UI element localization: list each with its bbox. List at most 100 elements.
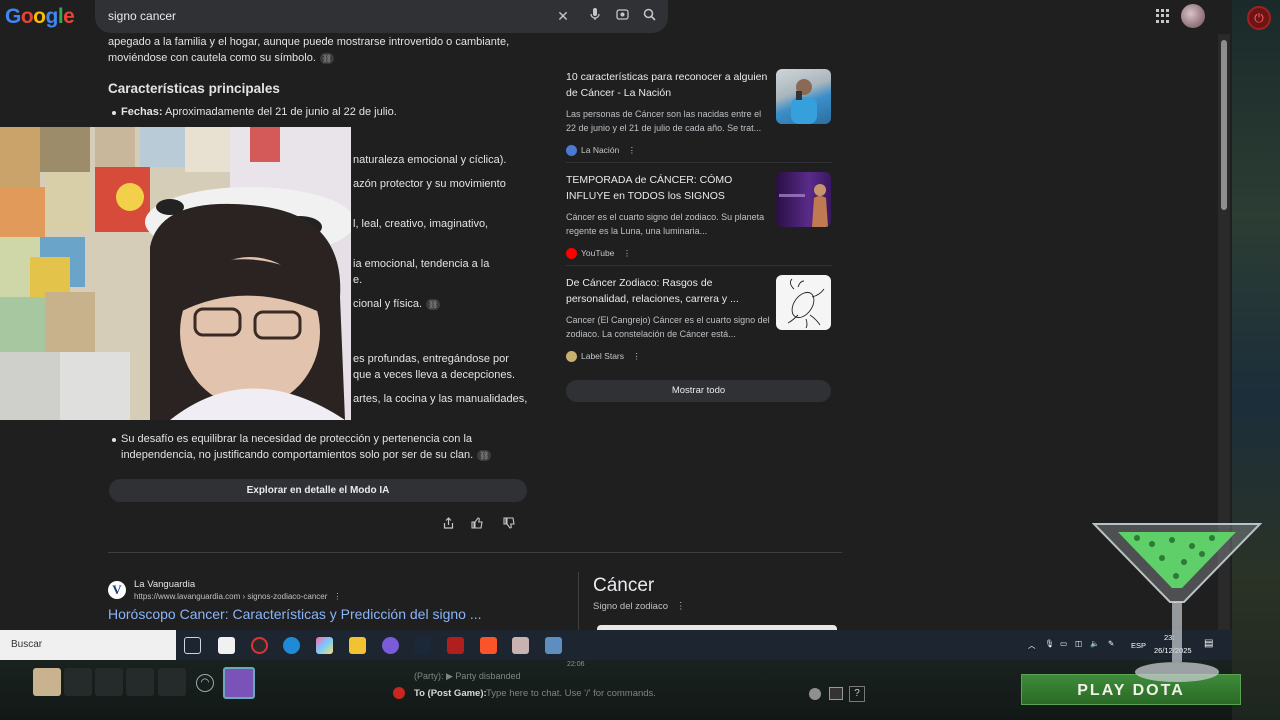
task-view-icon[interactable] [184,637,201,654]
thumbs-down-icon[interactable] [502,517,516,531]
bullet-dot [112,111,116,115]
source-separator [566,162,832,163]
game-clock: 22:06 [567,661,585,668]
list-item-fragment: que a veces lleva a decepciones. [353,369,516,381]
source-thumbnail[interactable] [776,275,831,330]
source-thumbnail[interactable] [776,172,831,227]
link-icon[interactable]: ⛓ [426,298,441,310]
site-favicon [566,145,577,157]
emoji-icon[interactable] [809,688,821,700]
ai-mode-button[interactable]: Explorar en detalle el Modo IA [109,479,527,502]
microphone-icon[interactable]: 🎙 [1045,639,1055,648]
store-icon[interactable] [218,637,235,654]
apps-grid-icon[interactable] [1156,9,1170,23]
party-avatar[interactable] [33,668,61,696]
overview-intro-line: moviéndose con cautela como su símbolo. ⛓ [108,52,334,64]
scrollbar-thumb[interactable] [1221,40,1227,210]
list-item-fragment: artes, la cocina y las manualidades, [353,393,528,405]
more-options-icon[interactable]: ⋮ [333,592,341,601]
party-slot[interactable] [64,668,92,696]
source-thumbnail[interactable] [776,69,831,124]
taskbar: Buscar ︿ 🎙 ▭ ◫ 🔈 ✎ ESP 23: 26/12/2025 ▤ [0,630,1232,660]
list-item-fragment: cional y física. ⛓ [353,298,441,310]
site-favicon [566,351,577,363]
source-title[interactable]: TEMPORADA de CÁNCER: CÓMO INFLUYE en TOD… [566,172,771,204]
list-item-fragment: l, leal, creativo, imaginativo, [353,218,489,230]
sources-panel: 10 características para reconocer a algu… [557,60,841,412]
power-icon[interactable]: ⏻ [1247,6,1271,30]
obs-icon[interactable] [251,637,268,654]
show-all-button[interactable]: Mostrar todo [566,380,831,402]
source-site: La Nación ⋮ [566,145,637,157]
link-icon[interactable]: ⛓ [477,449,492,461]
more-options-icon[interactable]: ⋮ [676,601,686,612]
calculator-icon[interactable] [545,637,562,654]
copilot-icon[interactable] [316,637,333,654]
steam-icon[interactable] [414,637,431,654]
app-icon[interactable] [512,637,529,654]
source-snippet: Cancer (El Cangrejo) Cáncer es el cuarto… [566,315,770,339]
clear-icon[interactable]: ✕ [554,7,572,25]
list-item: Su desafío es equilibrar la necesidad de… [121,433,473,445]
list-item: independencia, no justificando comportam… [121,449,492,461]
chat-input[interactable]: Type here to chat. Use '/' for commands. [486,688,656,699]
source-site: YouTube ⋮ [566,248,632,260]
knowledge-panel-title: Cáncer [593,575,655,596]
share-icon[interactable] [441,517,455,531]
list-item-fragment: ia emocional, tendencia a la [353,258,490,270]
avatar[interactable] [1181,4,1205,28]
edge-icon[interactable] [283,637,300,654]
source-card[interactable]: TEMPORADA de CÁNCER: CÓMO INFLUYE en TOD… [566,172,832,266]
more-options-icon[interactable]: ⋮ [632,351,641,361]
knowledge-panel-subtitle: Signo del zodiaco ⋮ [593,601,686,612]
help-button[interactable]: ? [849,686,865,702]
chat-status-icon [393,687,405,699]
headset-icon[interactable]: ◠ [196,674,214,692]
more-options-icon[interactable]: ⋮ [623,248,632,258]
link-icon[interactable]: ⛓ [319,52,334,64]
taskbar-search[interactable]: Buscar [0,630,176,660]
list-item-fragment: es profundas, entregándose por [353,353,509,365]
list-item-fragment: azón protector y su movimiento [353,178,506,190]
chat-target[interactable]: To (Post Game): [414,688,487,699]
search-icon[interactable] [640,7,658,25]
party-slot[interactable] [95,668,123,696]
tray-app-icon[interactable]: ▭ [1060,639,1067,648]
source-separator [566,265,832,266]
brave-icon[interactable] [480,637,497,654]
dota-icon[interactable] [447,637,464,654]
source-card[interactable]: 10 características para reconocer a algu… [566,69,832,163]
google-logo[interactable]: Google [5,5,75,29]
microphone-icon[interactable] [586,7,604,25]
source-title[interactable]: 10 características para reconocer a algu… [566,69,771,101]
app-icon[interactable] [382,637,399,654]
webcam-overlay [0,127,351,420]
list-item: Fechas: Aproximadamente del 21 de junio … [121,106,397,118]
camera-lens-icon[interactable] [613,7,631,25]
overview-intro-line: apegado a la familia y el hogar, aunque … [108,36,510,48]
file-explorer-icon[interactable] [349,637,366,654]
thumbs-up-icon[interactable] [470,517,484,531]
source-title[interactable]: De Cáncer Zodiaco: Rasgos de personalida… [566,275,771,307]
search-bar[interactable]: signo cancer ✕ [95,0,668,33]
party-slot[interactable] [158,668,186,696]
party-slot[interactable] [126,668,154,696]
result-site-name[interactable]: La Vanguardia [134,579,195,590]
network-icon[interactable]: ◫ [1075,639,1082,648]
source-snippet: Cáncer es el cuarto signo del zodiaco. S… [566,212,765,236]
bullet-dot [112,438,116,442]
result-title-link[interactable]: Horóscopo Cancer: Características y Pred… [108,606,482,622]
site-favicon[interactable]: V [108,581,126,599]
chat-wheel-icon[interactable] [829,687,843,700]
list-item-fragment: e. [353,274,363,286]
tray-chevron-icon[interactable]: ︿ [1028,640,1036,651]
youtube-icon [566,248,577,260]
source-card[interactable]: De Cáncer Zodiaco: Rasgos de personalida… [566,275,832,369]
source-snippet: Las personas de Cáncer son las nacidas e… [566,109,762,133]
hero-portrait[interactable] [223,667,255,699]
search-input[interactable]: signo cancer [108,9,176,23]
more-options-icon[interactable]: ⋮ [628,145,637,155]
result-url[interactable]: https://www.lavanguardia.com › signos-zo… [134,592,341,601]
section-divider [108,552,842,553]
panel-divider [578,572,579,630]
